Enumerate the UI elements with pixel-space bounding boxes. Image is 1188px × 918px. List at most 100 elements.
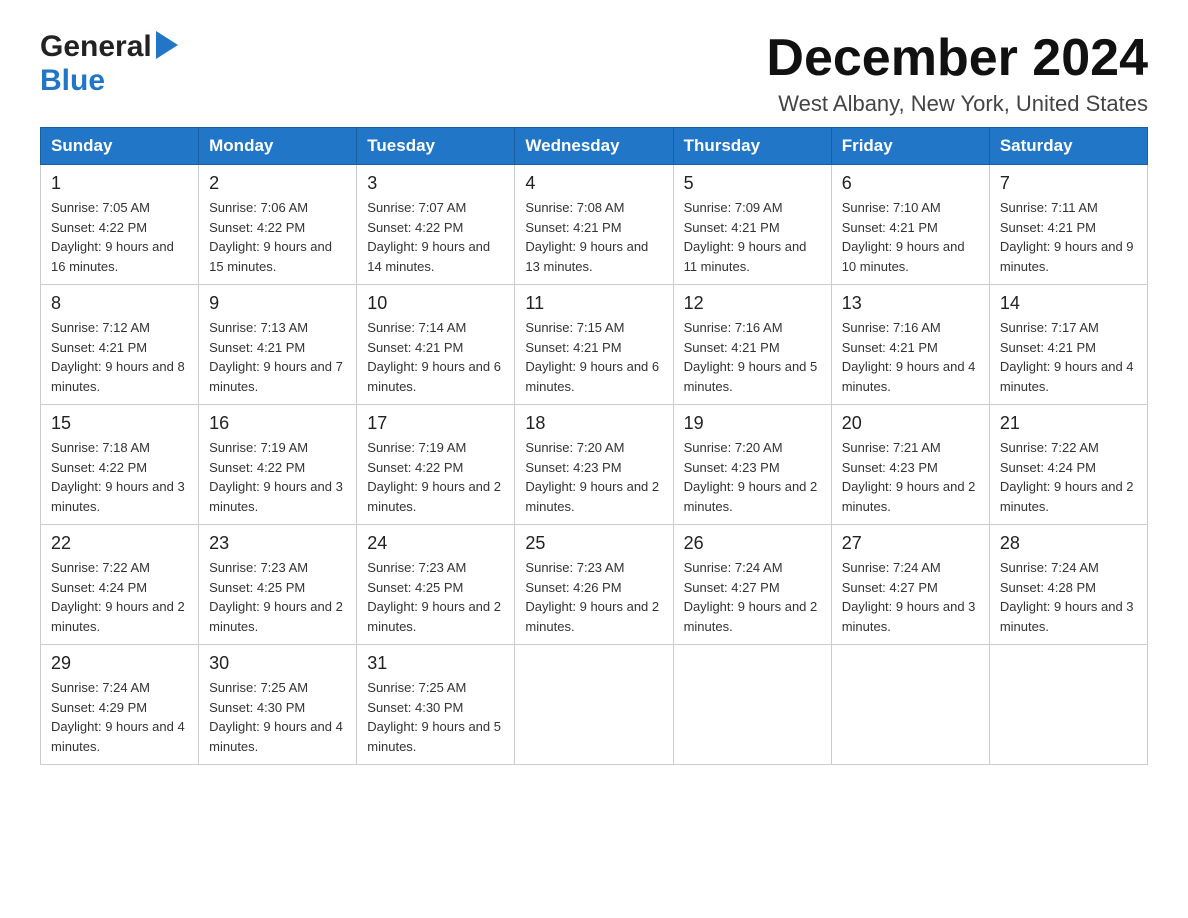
day-number: 18 [525,413,662,434]
table-row: 20 Sunrise: 7:21 AM Sunset: 4:23 PM Dayl… [831,405,989,525]
day-number: 12 [684,293,821,314]
day-number: 17 [367,413,504,434]
logo-general-text: General [40,30,152,64]
day-info: Sunrise: 7:20 AM Sunset: 4:23 PM Dayligh… [684,438,821,516]
table-row: 17 Sunrise: 7:19 AM Sunset: 4:22 PM Dayl… [357,405,515,525]
day-info: Sunrise: 7:22 AM Sunset: 4:24 PM Dayligh… [51,558,188,636]
day-info: Sunrise: 7:23 AM Sunset: 4:25 PM Dayligh… [209,558,346,636]
location-title: West Albany, New York, United States [766,91,1148,117]
header-monday: Monday [199,128,357,165]
day-info: Sunrise: 7:18 AM Sunset: 4:22 PM Dayligh… [51,438,188,516]
logo-arrow-icon [156,31,178,64]
table-row: 21 Sunrise: 7:22 AM Sunset: 4:24 PM Dayl… [989,405,1147,525]
day-info: Sunrise: 7:16 AM Sunset: 4:21 PM Dayligh… [684,318,821,396]
day-info: Sunrise: 7:20 AM Sunset: 4:23 PM Dayligh… [525,438,662,516]
table-row: 24 Sunrise: 7:23 AM Sunset: 4:25 PM Dayl… [357,525,515,645]
day-info: Sunrise: 7:16 AM Sunset: 4:21 PM Dayligh… [842,318,979,396]
day-number: 22 [51,533,188,554]
day-number: 2 [209,173,346,194]
day-number: 3 [367,173,504,194]
day-number: 29 [51,653,188,674]
day-number: 30 [209,653,346,674]
calendar-week-row: 1 Sunrise: 7:05 AM Sunset: 4:22 PM Dayli… [41,165,1148,285]
day-number: 1 [51,173,188,194]
day-number: 16 [209,413,346,434]
day-info: Sunrise: 7:25 AM Sunset: 4:30 PM Dayligh… [367,678,504,756]
table-row: 29 Sunrise: 7:24 AM Sunset: 4:29 PM Dayl… [41,645,199,765]
table-row: 11 Sunrise: 7:15 AM Sunset: 4:21 PM Dayl… [515,285,673,405]
day-number: 4 [525,173,662,194]
day-info: Sunrise: 7:10 AM Sunset: 4:21 PM Dayligh… [842,198,979,276]
day-number: 6 [842,173,979,194]
day-number: 5 [684,173,821,194]
table-row: 19 Sunrise: 7:20 AM Sunset: 4:23 PM Dayl… [673,405,831,525]
day-number: 7 [1000,173,1137,194]
day-info: Sunrise: 7:05 AM Sunset: 4:22 PM Dayligh… [51,198,188,276]
header-friday: Friday [831,128,989,165]
table-row: 5 Sunrise: 7:09 AM Sunset: 4:21 PM Dayli… [673,165,831,285]
day-info: Sunrise: 7:24 AM Sunset: 4:27 PM Dayligh… [684,558,821,636]
day-info: Sunrise: 7:14 AM Sunset: 4:21 PM Dayligh… [367,318,504,396]
day-number: 21 [1000,413,1137,434]
day-info: Sunrise: 7:12 AM Sunset: 4:21 PM Dayligh… [51,318,188,396]
header-sunday: Sunday [41,128,199,165]
header-thursday: Thursday [673,128,831,165]
day-info: Sunrise: 7:08 AM Sunset: 4:21 PM Dayligh… [525,198,662,276]
table-row: 9 Sunrise: 7:13 AM Sunset: 4:21 PM Dayli… [199,285,357,405]
day-number: 27 [842,533,979,554]
day-info: Sunrise: 7:19 AM Sunset: 4:22 PM Dayligh… [367,438,504,516]
table-row: 14 Sunrise: 7:17 AM Sunset: 4:21 PM Dayl… [989,285,1147,405]
table-row [673,645,831,765]
day-info: Sunrise: 7:11 AM Sunset: 4:21 PM Dayligh… [1000,198,1137,276]
day-number: 15 [51,413,188,434]
day-number: 28 [1000,533,1137,554]
table-row: 15 Sunrise: 7:18 AM Sunset: 4:22 PM Dayl… [41,405,199,525]
day-number: 20 [842,413,979,434]
table-row: 7 Sunrise: 7:11 AM Sunset: 4:21 PM Dayli… [989,165,1147,285]
table-row: 23 Sunrise: 7:23 AM Sunset: 4:25 PM Dayl… [199,525,357,645]
title-section: December 2024 West Albany, New York, Uni… [766,30,1148,117]
day-info: Sunrise: 7:21 AM Sunset: 4:23 PM Dayligh… [842,438,979,516]
day-info: Sunrise: 7:09 AM Sunset: 4:21 PM Dayligh… [684,198,821,276]
calendar-week-row: 8 Sunrise: 7:12 AM Sunset: 4:21 PM Dayli… [41,285,1148,405]
table-row: 25 Sunrise: 7:23 AM Sunset: 4:26 PM Dayl… [515,525,673,645]
day-number: 14 [1000,293,1137,314]
day-number: 25 [525,533,662,554]
day-number: 11 [525,293,662,314]
calendar-header-row: Sunday Monday Tuesday Wednesday Thursday… [41,128,1148,165]
table-row [989,645,1147,765]
table-row: 10 Sunrise: 7:14 AM Sunset: 4:21 PM Dayl… [357,285,515,405]
day-number: 31 [367,653,504,674]
header-wednesday: Wednesday [515,128,673,165]
table-row: 22 Sunrise: 7:22 AM Sunset: 4:24 PM Dayl… [41,525,199,645]
day-info: Sunrise: 7:15 AM Sunset: 4:21 PM Dayligh… [525,318,662,396]
day-info: Sunrise: 7:22 AM Sunset: 4:24 PM Dayligh… [1000,438,1137,516]
calendar-week-row: 29 Sunrise: 7:24 AM Sunset: 4:29 PM Dayl… [41,645,1148,765]
table-row: 3 Sunrise: 7:07 AM Sunset: 4:22 PM Dayli… [357,165,515,285]
table-row: 31 Sunrise: 7:25 AM Sunset: 4:30 PM Dayl… [357,645,515,765]
table-row: 30 Sunrise: 7:25 AM Sunset: 4:30 PM Dayl… [199,645,357,765]
header-tuesday: Tuesday [357,128,515,165]
day-info: Sunrise: 7:19 AM Sunset: 4:22 PM Dayligh… [209,438,346,516]
day-info: Sunrise: 7:06 AM Sunset: 4:22 PM Dayligh… [209,198,346,276]
table-row: 6 Sunrise: 7:10 AM Sunset: 4:21 PM Dayli… [831,165,989,285]
day-info: Sunrise: 7:24 AM Sunset: 4:29 PM Dayligh… [51,678,188,756]
calendar-week-row: 15 Sunrise: 7:18 AM Sunset: 4:22 PM Dayl… [41,405,1148,525]
day-info: Sunrise: 7:13 AM Sunset: 4:21 PM Dayligh… [209,318,346,396]
table-row: 18 Sunrise: 7:20 AM Sunset: 4:23 PM Dayl… [515,405,673,525]
table-row: 12 Sunrise: 7:16 AM Sunset: 4:21 PM Dayl… [673,285,831,405]
day-number: 19 [684,413,821,434]
table-row: 16 Sunrise: 7:19 AM Sunset: 4:22 PM Dayl… [199,405,357,525]
logo: General Blue [40,30,178,98]
calendar-table: Sunday Monday Tuesday Wednesday Thursday… [40,127,1148,765]
logo-blue-text: Blue [40,64,105,97]
day-info: Sunrise: 7:07 AM Sunset: 4:22 PM Dayligh… [367,198,504,276]
month-title: December 2024 [766,30,1148,87]
day-number: 9 [209,293,346,314]
day-info: Sunrise: 7:23 AM Sunset: 4:25 PM Dayligh… [367,558,504,636]
day-number: 23 [209,533,346,554]
calendar-week-row: 22 Sunrise: 7:22 AM Sunset: 4:24 PM Dayl… [41,525,1148,645]
day-number: 10 [367,293,504,314]
table-row: 2 Sunrise: 7:06 AM Sunset: 4:22 PM Dayli… [199,165,357,285]
table-row: 4 Sunrise: 7:08 AM Sunset: 4:21 PM Dayli… [515,165,673,285]
